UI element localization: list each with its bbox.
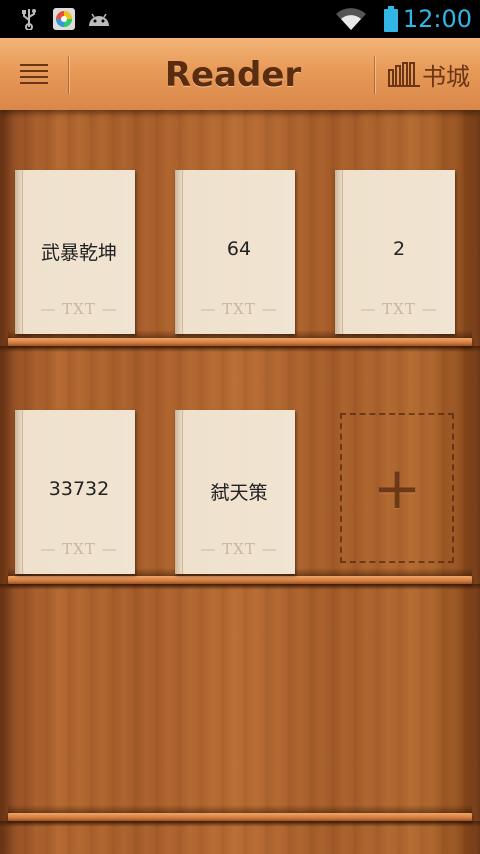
book-type-label: — TXT —: [200, 540, 278, 558]
status-bar: 12:00: [0, 0, 480, 38]
shelf-gap: [0, 346, 480, 352]
add-book-button[interactable]: +: [340, 413, 454, 563]
book-type-label: — TXT —: [200, 300, 278, 318]
bookstore-label: 书城: [422, 62, 470, 91]
plus-icon: +: [372, 454, 422, 522]
shelf-gap: [0, 821, 480, 827]
book-item[interactable]: 64 — TXT —: [175, 170, 295, 334]
bookstore-button[interactable]: 书城: [388, 38, 470, 110]
book-item[interactable]: 33732 — TXT —: [15, 410, 135, 574]
book-title: 33732: [48, 478, 110, 500]
app-store-icon: [52, 0, 76, 38]
app-header: Reader 书城: [0, 38, 480, 110]
book-type-label: — TXT —: [40, 540, 118, 558]
bookshelf-icon: [388, 62, 420, 87]
book-type-label: — TXT —: [360, 300, 438, 318]
book-item[interactable]: 武暴乾坤 — TXT —: [15, 170, 135, 334]
usb-icon: [18, 0, 40, 38]
shelf-board: [8, 576, 472, 584]
header-divider-right: [374, 56, 375, 94]
book-title: 弑天策: [210, 482, 268, 504]
shelf-board: [8, 813, 472, 821]
book-title: 64: [226, 238, 252, 260]
android-icon: [86, 0, 112, 38]
book-type-label: — TXT —: [40, 300, 118, 318]
clock: 12:00: [402, 5, 472, 33]
shelf-board: [8, 338, 472, 346]
shelf-gap: [0, 584, 480, 590]
wifi-icon: [334, 0, 368, 38]
book-title: 武暴乾坤: [40, 242, 117, 264]
book-item[interactable]: 弑天策 — TXT —: [175, 410, 295, 574]
book-title: 2: [392, 238, 406, 260]
battery-icon: [380, 0, 402, 38]
book-item[interactable]: 2 — TXT —: [335, 170, 455, 334]
